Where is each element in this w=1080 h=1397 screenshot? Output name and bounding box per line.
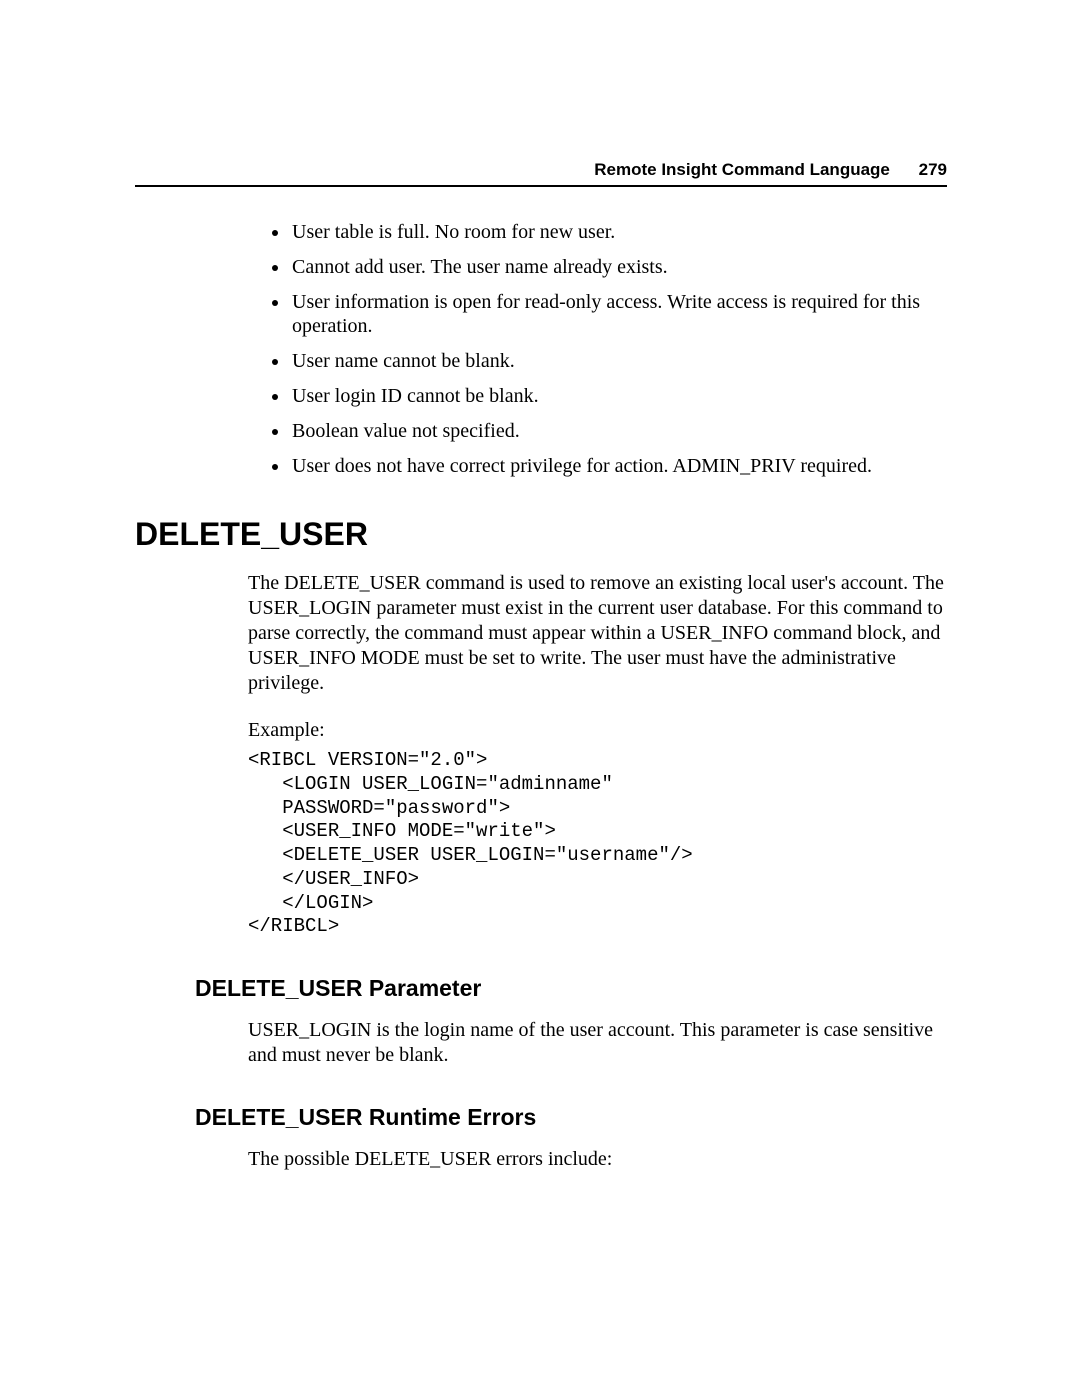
list-item: User does not have correct privilege for… — [290, 454, 947, 478]
document-page: Remote Insight Command Language 279 User… — [0, 0, 1080, 1397]
list-item: User name cannot be blank. — [290, 349, 947, 373]
section-heading: DELETE_USER — [135, 516, 947, 553]
header-rule — [135, 185, 947, 187]
list-item: User login ID cannot be blank. — [290, 384, 947, 408]
runtime-description: The possible DELETE_USER errors include: — [248, 1147, 947, 1172]
list-item: Cannot add user. The user name already e… — [290, 255, 947, 279]
page-header: Remote Insight Command Language 279 — [594, 160, 947, 180]
subsection-heading-parameter: DELETE_USER Parameter — [195, 975, 947, 1002]
section-description: The DELETE_USER command is used to remov… — [248, 571, 947, 696]
error-list: User table is full. No room for new user… — [248, 220, 947, 478]
subsection-heading-runtime-errors: DELETE_USER Runtime Errors — [195, 1104, 947, 1131]
list-item: Boolean value not specified. — [290, 419, 947, 443]
page-number: 279 — [919, 160, 947, 179]
list-item: User table is full. No room for new user… — [290, 220, 947, 244]
list-item: User information is open for read-only a… — [290, 290, 947, 338]
header-title: Remote Insight Command Language — [594, 160, 890, 179]
code-block: <RIBCL VERSION="2.0"> <LOGIN USER_LOGIN=… — [248, 749, 947, 939]
parameter-description: USER_LOGIN is the login name of the user… — [248, 1018, 947, 1068]
example-label: Example: — [248, 718, 947, 743]
page-content: User table is full. No room for new user… — [135, 220, 947, 1172]
